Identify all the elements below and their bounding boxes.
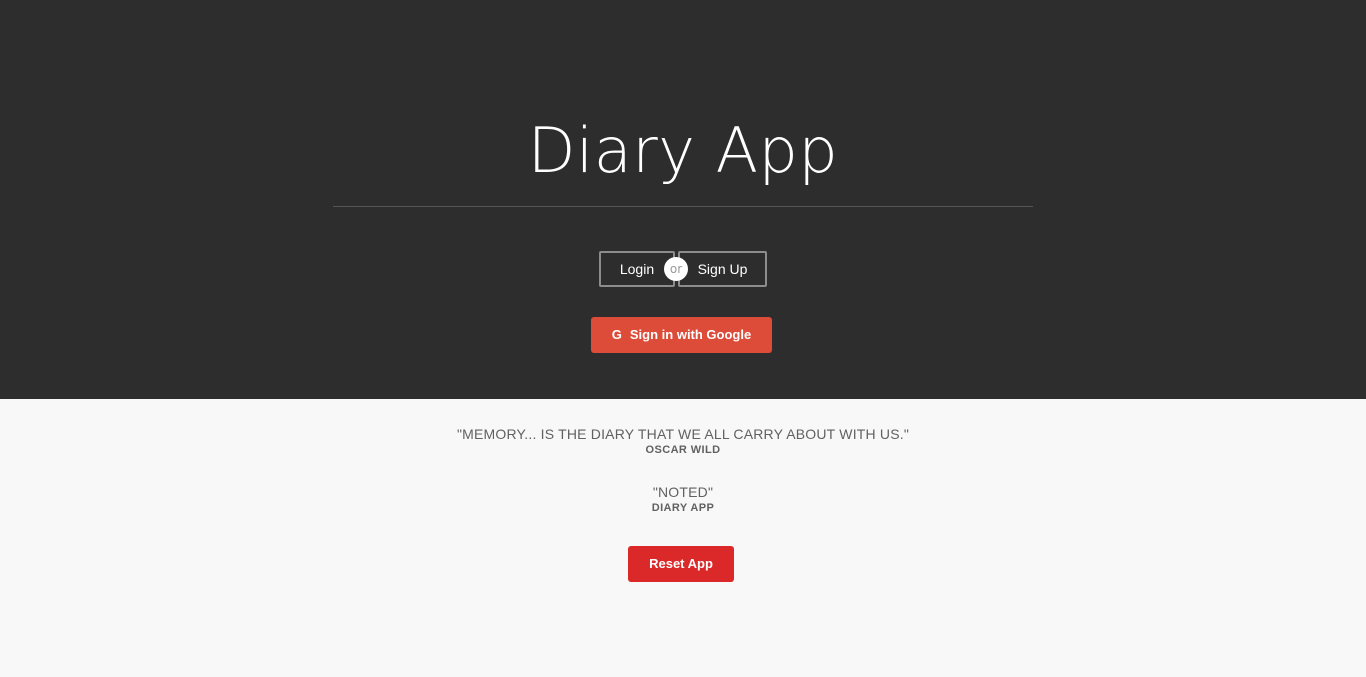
page-title: Diary App xyxy=(527,114,839,187)
or-separator: or xyxy=(664,257,688,281)
google-signin-button[interactable]: G Sign in with Google xyxy=(591,317,772,353)
google-g-icon: G xyxy=(611,327,622,342)
title-divider xyxy=(333,206,1033,207)
quote-text: "NOTED" xyxy=(652,484,714,500)
google-signin-label: Sign in with Google xyxy=(629,327,752,342)
reset-app-button[interactable]: Reset App xyxy=(628,546,734,582)
quote-author: DIARY APP xyxy=(651,502,715,514)
quote-text: "MEMORY... IS THE DIARY THAT WE ALL CARR… xyxy=(456,426,910,442)
signup-button[interactable]: Sign Up xyxy=(678,251,767,287)
hero-section: Diary App Login Sign Up or G Sign in with… xyxy=(0,0,1366,399)
quote-author: OSCAR WILD xyxy=(645,444,721,456)
